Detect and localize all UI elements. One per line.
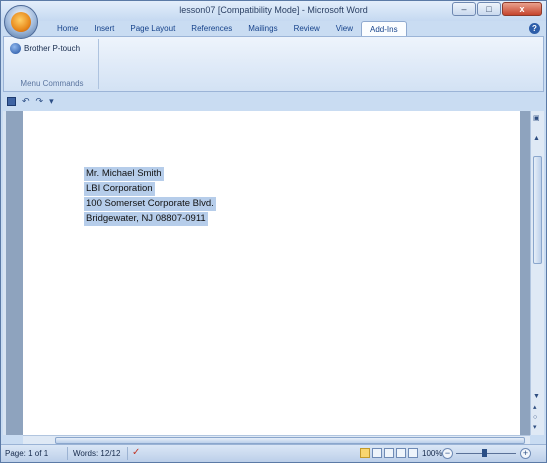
status-divider xyxy=(127,447,128,460)
horizontal-scroll-thumb[interactable] xyxy=(55,437,525,444)
help-icon[interactable]: ? xyxy=(529,23,540,34)
group-label: Menu Commands xyxy=(20,79,84,88)
tab-review[interactable]: Review xyxy=(286,21,328,37)
previous-page-icon[interactable]: ▴ xyxy=(533,404,537,411)
customize-qat-button[interactable]: ▾ xyxy=(49,95,54,107)
page-indicator[interactable]: Page: 1 of 1 xyxy=(5,449,48,458)
zoom-in-button[interactable]: + xyxy=(520,448,531,459)
undo-button[interactable]: ↶ xyxy=(22,95,30,107)
status-bar: Page: 1 of 1 Words: 12/12 ✓ 100% − + xyxy=(1,444,546,462)
office-logo-icon xyxy=(11,12,31,32)
brother-ptouch-icon xyxy=(10,43,21,54)
scroll-up-icon[interactable]: ▲ xyxy=(533,135,540,142)
tab-view[interactable]: View xyxy=(328,21,361,37)
document-page[interactable]: Mr. Michael Smith LBI Corporation 100 So… xyxy=(23,111,520,435)
tab-mailings[interactable]: Mailings xyxy=(240,21,285,37)
web-layout-view-button[interactable] xyxy=(384,448,394,458)
vertical-scroll-thumb[interactable] xyxy=(533,156,542,264)
window-controls: – □ x xyxy=(451,2,542,16)
word-window: lesson07 [Compatibility Mode] - Microsof… xyxy=(0,0,547,463)
document-area: Mr. Michael Smith LBI Corporation 100 So… xyxy=(3,111,530,435)
brother-ptouch-label: Brother P-touch xyxy=(24,44,81,53)
browse-object-icon[interactable]: ○ xyxy=(533,414,537,421)
ribbon-panel: Brother P-touch Menu Commands xyxy=(3,36,544,92)
vertical-scrollbar[interactable]: ▣ ▲ ▼ ▴ ○ ▾ xyxy=(530,111,544,435)
minimize-button[interactable]: – xyxy=(452,2,476,16)
quick-access-toolbar: ↶ ↷ ▾ xyxy=(7,95,60,107)
ruler-toggle-icon[interactable]: ▣ xyxy=(533,115,540,122)
proofing-icon[interactable]: ✓ xyxy=(132,447,140,458)
print-layout-view-button[interactable] xyxy=(360,448,370,458)
maximize-button[interactable]: □ xyxy=(477,2,501,16)
horizontal-scrollbar[interactable] xyxy=(23,435,530,444)
next-page-icon[interactable]: ▾ xyxy=(533,424,537,431)
status-divider xyxy=(67,447,68,460)
menu-commands-group: Brother P-touch Menu Commands xyxy=(6,39,99,89)
brother-ptouch-button[interactable]: Brother P-touch xyxy=(10,43,80,54)
address-line-2[interactable]: LBI Corporation xyxy=(84,182,155,196)
save-icon[interactable] xyxy=(7,96,16,106)
zoom-slider-thumb[interactable] xyxy=(482,449,487,457)
close-button[interactable]: x xyxy=(502,2,542,16)
tab-home[interactable]: Home xyxy=(49,21,86,37)
zoom-out-button[interactable]: − xyxy=(442,448,453,459)
draft-view-button[interactable] xyxy=(408,448,418,458)
scroll-down-icon[interactable]: ▼ xyxy=(533,393,540,400)
redo-button[interactable]: ↷ xyxy=(36,95,44,107)
zoom-level[interactable]: 100% xyxy=(422,449,442,458)
outline-view-button[interactable] xyxy=(396,448,406,458)
full-screen-reading-view-button[interactable] xyxy=(372,448,382,458)
address-line-4[interactable]: Bridgewater, NJ 08807-0911 xyxy=(84,212,208,226)
word-count[interactable]: Words: 12/12 xyxy=(73,449,120,458)
tab-insert[interactable]: Insert xyxy=(86,21,122,37)
tab-references[interactable]: References xyxy=(183,21,240,37)
ribbon-tabs: Home Insert Page Layout References Maili… xyxy=(49,21,407,38)
office-button[interactable] xyxy=(4,5,38,39)
title-bar: lesson07 [Compatibility Mode] - Microsof… xyxy=(1,1,546,21)
address-line-1[interactable]: Mr. Michael Smith xyxy=(84,167,164,181)
address-line-3[interactable]: 100 Somerset Corporate Blvd. xyxy=(84,197,216,211)
vertical-ruler xyxy=(3,111,6,435)
tab-page-layout[interactable]: Page Layout xyxy=(122,21,183,37)
